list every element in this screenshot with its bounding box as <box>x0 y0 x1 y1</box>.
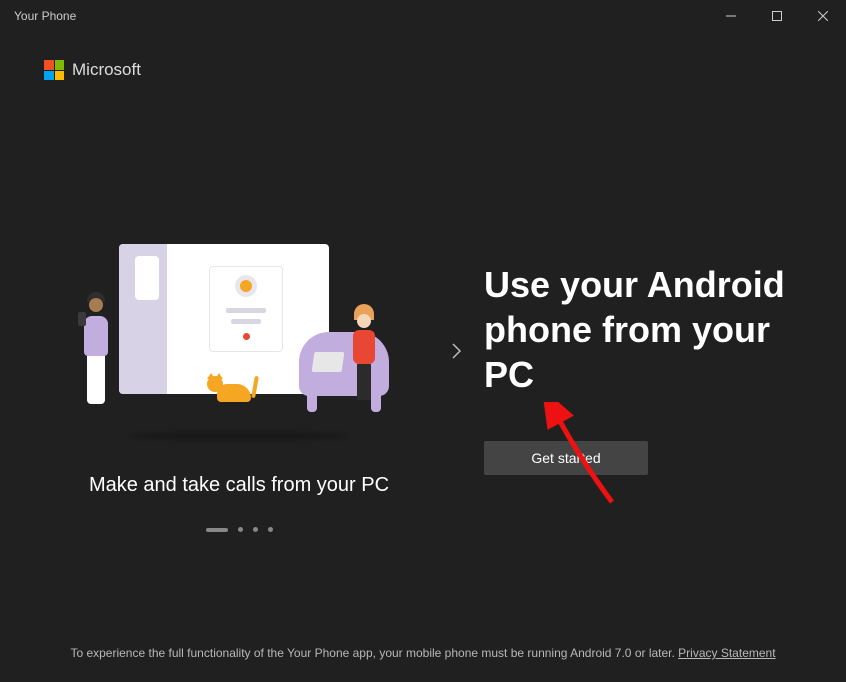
footer-message: To experience the full functionality of … <box>70 646 678 660</box>
headline-pane: Use your Android phone from your PC Get … <box>484 302 802 475</box>
app-window: Your Phone Microsoft <box>0 0 846 682</box>
microsoft-logo-text: Microsoft <box>72 60 141 80</box>
microsoft-logo: Microsoft <box>0 32 846 80</box>
carousel-dot-4[interactable] <box>268 527 273 532</box>
carousel-next-button[interactable] <box>452 343 464 364</box>
carousel-dots <box>206 527 273 532</box>
carousel-dot-1[interactable] <box>206 528 228 532</box>
get-started-button[interactable]: Get started <box>484 441 648 475</box>
window-controls <box>708 0 846 32</box>
footer-text: To experience the full functionality of … <box>0 646 846 682</box>
carousel-pane: Make and take calls from your PC <box>44 244 434 532</box>
onboarding-headline: Use your Android phone from your PC <box>484 262 792 397</box>
close-button[interactable] <box>800 0 846 32</box>
onboarding-content: Make and take calls from your PC Use you… <box>0 80 846 646</box>
maximize-button[interactable] <box>754 0 800 32</box>
carousel-illustration <box>79 244 399 434</box>
privacy-statement-link[interactable]: Privacy Statement <box>678 646 775 660</box>
minimize-button[interactable] <box>708 0 754 32</box>
carousel-dot-2[interactable] <box>238 527 243 532</box>
window-title: Your Phone <box>14 9 76 23</box>
carousel-caption: Make and take calls from your PC <box>89 474 389 497</box>
microsoft-logo-icon <box>44 60 64 80</box>
carousel-dot-3[interactable] <box>253 527 258 532</box>
title-bar: Your Phone <box>0 0 846 32</box>
